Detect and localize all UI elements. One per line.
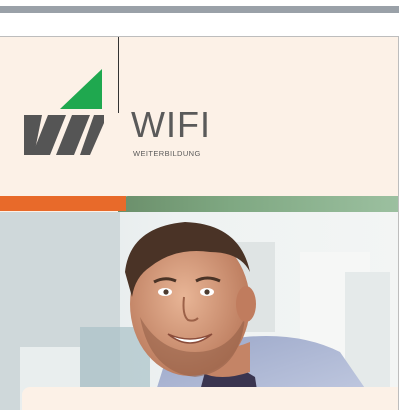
brand-title: WIFI bbox=[131, 104, 211, 145]
top-bar bbox=[0, 6, 399, 13]
color-stripes bbox=[0, 196, 398, 212]
brand-tagline: WEITERBILDUNG bbox=[133, 149, 201, 158]
brochure-cover: WIFI WEITERBILDUNG bbox=[0, 36, 399, 410]
logo-divider bbox=[118, 37, 119, 113]
hero-photo bbox=[0, 212, 398, 410]
wifi-logo-mark-icon bbox=[24, 69, 104, 155]
bottom-card bbox=[22, 387, 398, 410]
logo-area: WIFI WEITERBILDUNG bbox=[0, 37, 398, 195]
green-stripe bbox=[118, 196, 398, 212]
orange-stripe bbox=[0, 196, 126, 211]
portrait-smiling-man bbox=[0, 212, 398, 410]
